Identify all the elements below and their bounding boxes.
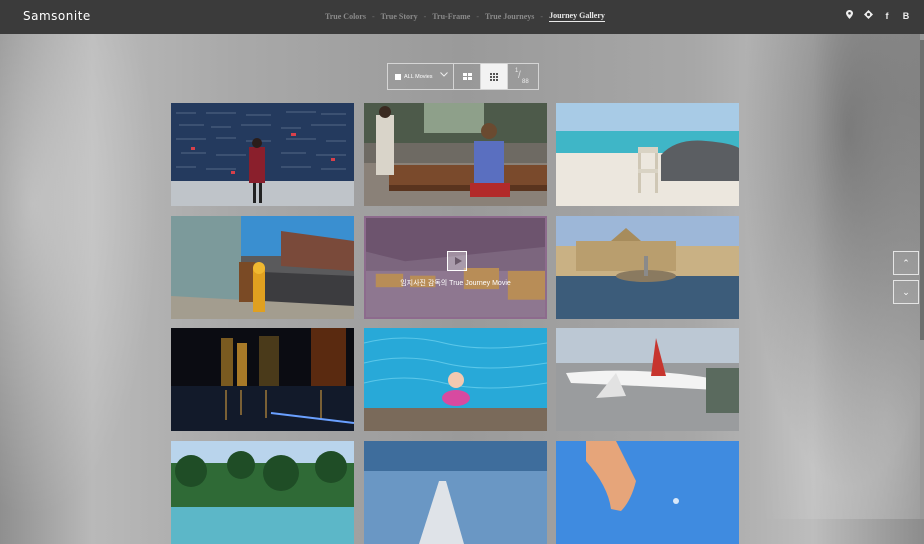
blog-icon[interactable]: B (901, 11, 911, 21)
gallery-tile-cafe-bench[interactable] (364, 103, 547, 206)
nav-separator: - (423, 12, 427, 21)
location-icon[interactable] (844, 10, 854, 21)
gallery-toolbar: ALL Movies 1 / 88 (387, 63, 539, 90)
small-grid-view-button[interactable] (481, 64, 508, 89)
nav-separator: - (476, 12, 480, 21)
filter-label: ALL Movies (404, 73, 433, 80)
fountain-square-photo (556, 216, 739, 319)
top-header: Samsonite True Colors - True Story - Tru… (0, 0, 924, 34)
airplane-photo (556, 328, 739, 431)
scroll-up-button[interactable]: ⌃ (893, 251, 919, 275)
pool-girl-photo (364, 328, 547, 431)
facebook-icon[interactable]: f (882, 11, 892, 21)
gallery-tile-pool-girl[interactable] (364, 328, 547, 431)
checkbox-icon (395, 73, 401, 80)
night-city-photo (171, 328, 354, 431)
cafe-bench-photo (364, 103, 547, 206)
large-grid-view-button[interactable] (454, 64, 481, 89)
main-nav: True Colors - True Story - Tru-Frame - T… (325, 11, 605, 22)
nav-true-colors[interactable]: True Colors (325, 12, 366, 21)
samsonite-logo[interactable]: Samsonite (23, 9, 91, 23)
street-hydrant-photo (171, 216, 354, 319)
gallery-tile-beach-chair[interactable] (556, 103, 739, 206)
wing-sky-photo (364, 441, 547, 544)
page-slash: / (518, 70, 521, 81)
nav-separator: - (540, 12, 544, 21)
gallery-tile-night-city[interactable] (171, 328, 354, 431)
gallery-tile-featured-video[interactable]: 임지사진 감독의 True Journey Movie (364, 216, 547, 319)
love-wall-photo (171, 103, 354, 206)
grid-4-icon (462, 73, 472, 80)
scroll-down-button[interactable]: ⌄ (893, 280, 919, 304)
scrollbar[interactable] (920, 34, 924, 519)
page-indicator: 1 / 88 (508, 64, 536, 89)
background-blur-right (734, 34, 924, 519)
gallery-tile-street-hydrant[interactable] (171, 216, 354, 319)
gallery-tile-palm-resort[interactable] (171, 441, 354, 544)
palm-resort-photo (171, 441, 354, 544)
nav-true-journeys[interactable]: True Journeys (485, 12, 534, 21)
movie-filter-dropdown[interactable]: ALL Movies (388, 64, 454, 89)
nav-tru-frame[interactable]: Tru-Frame (432, 12, 470, 21)
beach-chair-photo (556, 103, 739, 206)
video-caption: 임지사진 감독의 True Journey Movie (400, 280, 511, 287)
gallery-tile-fountain-square[interactable] (556, 216, 739, 319)
background-blur-left (0, 34, 160, 519)
gallery-tile-wing-sky[interactable] (364, 441, 547, 544)
play-button-icon[interactable] (447, 251, 467, 271)
gallery-tile-airplane[interactable] (556, 328, 739, 431)
gallery-tile-hand-sky[interactable] (556, 441, 739, 544)
chevron-down-icon (440, 72, 448, 79)
nav-separator: - (371, 12, 375, 21)
nav-true-story[interactable]: True Story (381, 12, 418, 21)
social-links: f B (844, 10, 911, 21)
scrollbar-thumb[interactable] (920, 40, 924, 340)
nav-journey-gallery[interactable]: Journey Gallery (549, 11, 605, 22)
hand-sky-photo (556, 441, 739, 544)
gallery-tile-love-wall[interactable] (171, 103, 354, 206)
grid-9-icon (490, 72, 498, 81)
instagram-icon[interactable] (863, 10, 873, 21)
page-total: 88 (522, 79, 529, 85)
